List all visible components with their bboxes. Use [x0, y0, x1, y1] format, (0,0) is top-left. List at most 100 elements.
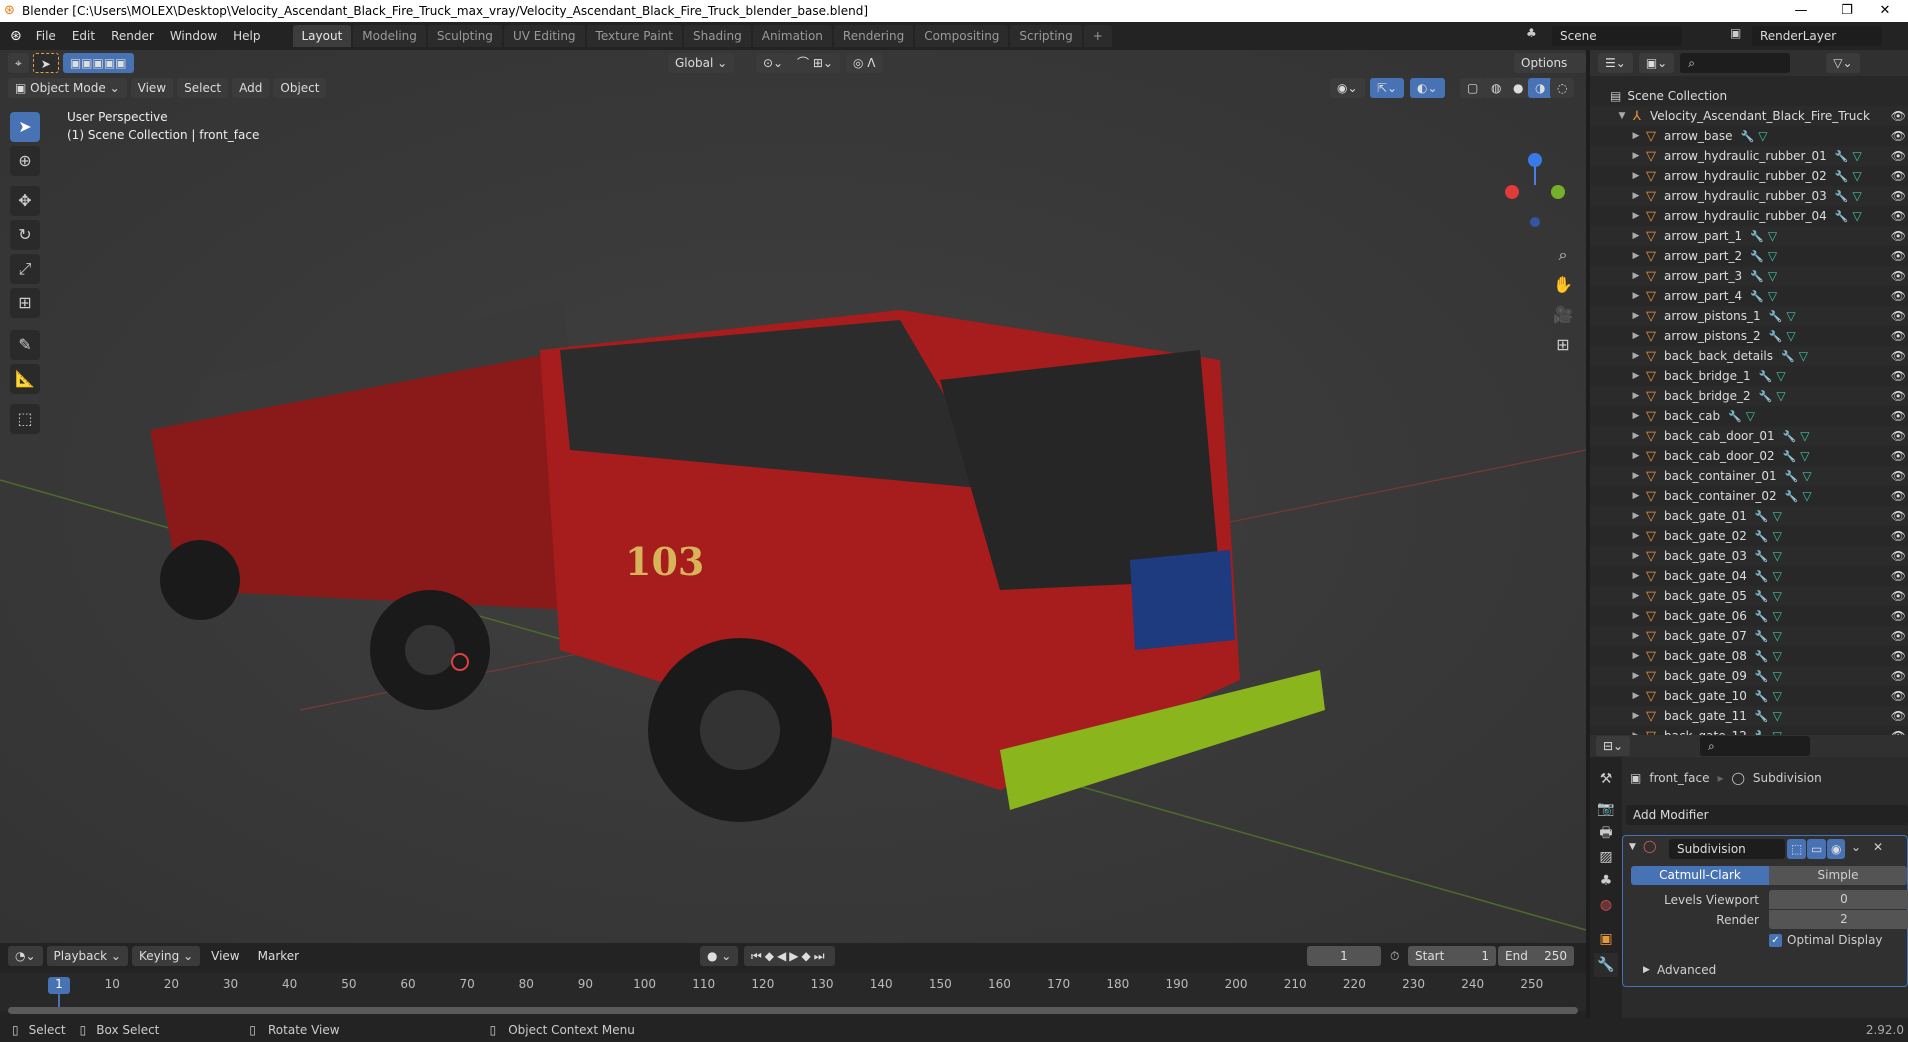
cursor-tool-icon[interactable]: ⊕ [10, 146, 40, 176]
mesh-data-icon[interactable]: ▽ [1802, 489, 1811, 503]
world-tab-icon[interactable]: ◍ [1594, 893, 1618, 917]
object-tab-icon[interactable]: ▣ [1594, 927, 1618, 951]
editor-type-button[interactable]: ⌖ [8, 52, 29, 73]
overlay-toggle[interactable]: ◐⌄ [1410, 77, 1445, 98]
expand-arrow-icon[interactable]: ▶ [1630, 571, 1642, 581]
expand-arrow-icon[interactable]: ▶ [1630, 671, 1642, 681]
modifier-wrench-icon[interactable]: 🔧 [1750, 270, 1764, 283]
pan-hand-icon[interactable]: ✋ [1550, 272, 1576, 298]
menu-window[interactable]: Window [162, 29, 225, 43]
expand-arrow-icon[interactable]: ▶ [1630, 631, 1642, 641]
shading-rendered[interactable]: ◌ [1550, 77, 1575, 98]
expand-arrow-icon[interactable]: ▶ [1630, 331, 1642, 341]
auto-keying-toggle[interactable]: ● ⌄ [700, 946, 739, 966]
visibility-eye-icon[interactable]: 👁 [1891, 529, 1906, 543]
visibility-eye-icon[interactable]: 👁 [1891, 249, 1906, 263]
expand-arrow-icon[interactable]: ▶ [1630, 151, 1642, 161]
menu-file[interactable]: File [28, 29, 64, 43]
render-toggle[interactable]: ◉ [1827, 839, 1846, 859]
modifier-wrench-icon[interactable]: 🔧 [1835, 190, 1849, 203]
snap-button[interactable]: ⌒ ⊞⌄ [790, 52, 840, 73]
visibility-eye-icon[interactable]: 👁 [1891, 129, 1906, 143]
expand-arrow-icon[interactable]: ▶ [1630, 211, 1642, 221]
mesh-data-icon[interactable]: ▽ [1773, 609, 1782, 623]
select-tool-icon[interactable]: ➤ [32, 52, 59, 73]
expand-arrow-icon[interactable]: ▶ [1630, 451, 1642, 461]
outliner-item[interactable]: ▶ ▽ back_gate_10 🔧 ▽ 👁 [1590, 686, 1908, 706]
outliner-item[interactable]: ▶ ▽ back_cab_door_02 🔧 ▽ 👁 [1590, 446, 1908, 466]
scene-selector[interactable]: Scene [1552, 26, 1682, 46]
modifier-wrench-icon[interactable]: 🔧 [1755, 710, 1769, 723]
transform-tool-icon[interactable]: ⊞ [10, 288, 40, 318]
mesh-data-icon[interactable]: ▽ [1773, 669, 1782, 683]
expand-arrow-icon[interactable]: ▶ [1630, 411, 1642, 421]
measure-tool-icon[interactable]: 📐 [10, 364, 40, 394]
expand-arrow-icon[interactable]: ▶ [1630, 691, 1642, 701]
modifier-wrench-icon[interactable]: 🔧 [1755, 610, 1769, 623]
mesh-data-icon[interactable]: ▽ [1799, 349, 1808, 363]
start-frame-field[interactable]: Start 1 [1408, 946, 1496, 966]
advanced-expand-icon[interactable]: ▶ [1643, 965, 1650, 975]
visibility-eye-icon[interactable]: 👁 [1891, 289, 1906, 303]
visibility-eye-icon[interactable]: 👁 [1891, 169, 1906, 183]
mesh-data-icon[interactable]: ▽ [1786, 309, 1795, 323]
add-workspace-button[interactable]: + [1083, 25, 1112, 47]
menu-select[interactable]: Select [177, 77, 229, 98]
modifier-wrench-icon[interactable]: 🔧 [1755, 670, 1769, 683]
mesh-data-icon[interactable]: ▽ [1768, 249, 1777, 263]
tab-animation[interactable]: Animation [752, 25, 832, 47]
visibility-eye-icon[interactable]: 👁 [1891, 629, 1906, 643]
outliner-item[interactable]: ▶ ▽ back_cab 🔧 ▽ 👁 [1590, 406, 1908, 426]
menu-marker[interactable]: Marker [251, 946, 306, 966]
tab-layout[interactable]: Layout [292, 25, 352, 47]
proportional-editing-button[interactable]: ◎ Λ [846, 52, 883, 73]
display-mode-icon[interactable]: ☰⌄ [1598, 53, 1633, 73]
modifier-name-input[interactable]: Subdivision [1669, 839, 1785, 859]
remove-modifier-button[interactable]: ✕ [1873, 840, 1883, 854]
shading-wireframe[interactable]: ◍ [1484, 77, 1509, 98]
expand-arrow-icon[interactable]: ▶ [1630, 251, 1642, 261]
visibility-eye-icon[interactable]: 👁 [1891, 149, 1906, 163]
end-frame-field[interactable]: End 250 [1498, 946, 1574, 966]
zoom-icon[interactable]: ⌕ [1550, 242, 1576, 268]
outliner-item[interactable]: ▶ ▽ arrow_part_2 🔧 ▽ 👁 [1590, 246, 1908, 266]
outliner-item[interactable]: ▶ ▽ back_cab_door_01 🔧 ▽ 👁 [1590, 426, 1908, 446]
visibility-eye-icon[interactable]: 👁 [1891, 689, 1906, 703]
levels-viewport-field[interactable]: 0 [1769, 890, 1908, 909]
menu-render[interactable]: Render [103, 29, 162, 43]
expand-arrow-icon[interactable]: ▶ [1630, 191, 1642, 201]
menu-help[interactable]: Help [225, 29, 268, 43]
outliner-item[interactable]: ▶ ▽ back_gate_01 🔧 ▽ 👁 [1590, 506, 1908, 526]
visibility-eye-icon[interactable]: 👁 [1891, 109, 1906, 123]
camera-view-icon[interactable]: 🎥 [1550, 302, 1576, 328]
expand-arrow-icon[interactable]: ▶ [1630, 271, 1642, 281]
visibility-eye-icon[interactable]: 👁 [1891, 429, 1906, 443]
move-tool-icon[interactable]: ✥ [10, 186, 40, 216]
expand-arrow-icon[interactable]: ▶ [1630, 531, 1642, 541]
expand-arrow-icon[interactable]: ▶ [1630, 491, 1642, 501]
expand-arrow-icon[interactable]: ▶ [1630, 131, 1642, 141]
scene-tab-icon[interactable]: ♣ [1594, 869, 1618, 893]
outliner-item[interactable]: ▶ ▽ back_gate_08 🔧 ▽ 👁 [1590, 646, 1908, 666]
mesh-data-icon[interactable]: ▽ [1852, 189, 1861, 203]
mesh-data-icon[interactable]: ▽ [1768, 229, 1777, 243]
catmull-clark-option[interactable]: Catmull-Clark [1631, 866, 1769, 885]
modifier-wrench-icon[interactable]: 🔧 [1835, 150, 1849, 163]
outliner-item[interactable]: ▶ ▽ back_gate_04 🔧 ▽ 👁 [1590, 566, 1908, 586]
outliner-item[interactable]: ▶ ▽ back_gate_11 🔧 ▽ 👁 [1590, 706, 1908, 726]
outliner-item[interactable]: ▶ ▽ arrow_part_1 🔧 ▽ 👁 [1590, 226, 1908, 246]
expand-arrow-icon[interactable]: ▶ [1630, 431, 1642, 441]
tab-shading[interactable]: Shading [683, 25, 751, 47]
visibility-eye-icon[interactable]: 👁 [1891, 369, 1906, 383]
menu-object[interactable]: Object [273, 77, 327, 98]
visibility-button[interactable]: ◉⌄ [1330, 77, 1365, 98]
expand-arrow-icon[interactable]: ▶ [1630, 711, 1642, 721]
mesh-data-icon[interactable]: ▽ [1802, 469, 1811, 483]
modifier-wrench-icon[interactable]: 🔧 [1755, 690, 1769, 703]
current-frame-field[interactable]: 1 [1307, 946, 1381, 966]
mesh-data-icon[interactable]: ▽ [1852, 209, 1861, 223]
scene-collection-row[interactable]: ▤ Scene Collection [1590, 86, 1908, 106]
expand-arrow-icon[interactable]: ▶ [1630, 511, 1642, 521]
playback-controls[interactable]: ⏮◆◀▶◆⏭ [744, 946, 835, 966]
xray-toggle[interactable]: ▢ [1460, 77, 1486, 98]
